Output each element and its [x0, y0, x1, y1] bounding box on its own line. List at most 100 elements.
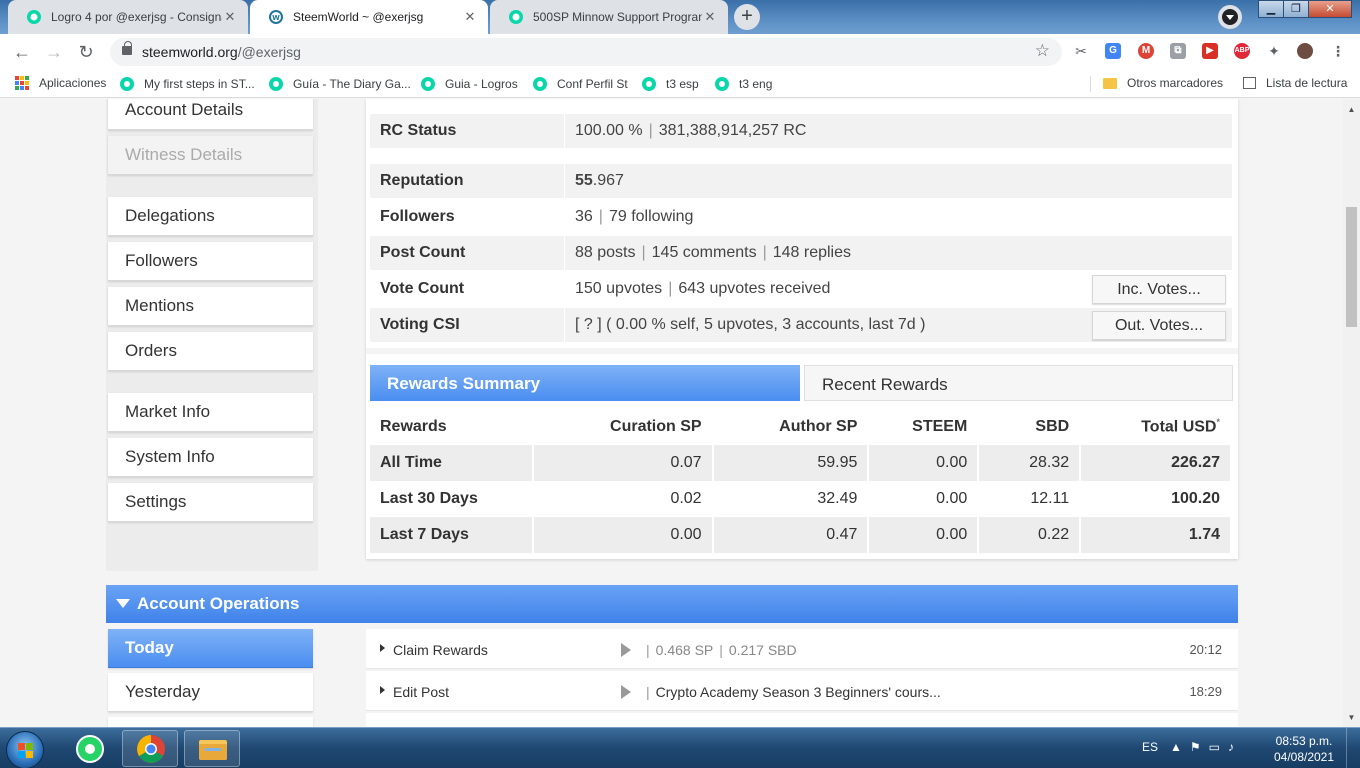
- row-value: 36 | 79 following: [575, 208, 694, 225]
- bookmark-star-icon[interactable]: ☆: [1035, 41, 1050, 61]
- other-bookmarks[interactable]: Otros marcadores: [1103, 76, 1223, 90]
- start-button[interactable]: [6, 731, 44, 768]
- scroll-down-arrow-icon[interactable]: ▼: [1343, 711, 1360, 725]
- reading-list[interactable]: Lista de lectura: [1243, 76, 1347, 90]
- browser-tab[interactable]: Logro 4 por @exerjsg - Consigna ✕: [8, 0, 248, 34]
- incoming-votes-button[interactable]: Inc. Votes...: [1092, 275, 1226, 304]
- account-operations-header[interactable]: Account Operations: [106, 585, 1238, 623]
- tab-rewards-summary[interactable]: Rewards Summary: [370, 365, 800, 401]
- column-header: Author SP: [712, 409, 870, 445]
- sidebar-item-followers[interactable]: Followers: [108, 242, 313, 281]
- tab-search-icon[interactable]: [1218, 5, 1242, 29]
- scroll-up-arrow-icon[interactable]: ▲: [1343, 103, 1360, 117]
- bookmark-item[interactable]: Conf Perfil St: [532, 76, 628, 92]
- cut-tool-icon[interactable]: ✂: [1073, 43, 1089, 59]
- steemit-icon: [642, 77, 656, 91]
- close-tab-icon[interactable]: ✕: [462, 9, 478, 25]
- operation-type: Edit Post: [393, 684, 450, 700]
- sidebar-item-delegations[interactable]: Delegations: [108, 197, 313, 236]
- post-count-row: Post Count 88 posts | 145 comments | 148 rep…: [370, 236, 1232, 270]
- curation-sp-cell: 0.02: [532, 481, 714, 517]
- bookmark-item[interactable]: t3 eng: [714, 76, 772, 92]
- followers-row: Followers 36 | 79 following: [370, 200, 1232, 234]
- scrollbar-thumb[interactable]: [1346, 207, 1357, 327]
- copy-extension-icon[interactable]: ⧉: [1170, 43, 1186, 59]
- column-header: STEEM: [868, 409, 980, 445]
- back-arrow-icon[interactable]: ←: [10, 40, 34, 64]
- forward-arrow-icon[interactable]: →: [42, 40, 66, 64]
- outgoing-votes-button[interactable]: Out. Votes...: [1092, 311, 1226, 340]
- author-sp-cell: 32.49: [712, 481, 870, 517]
- sidebar-item-settings[interactable]: Settings: [108, 483, 313, 522]
- operation-row[interactable]: Claim Rewards | 0.468 SP | 0.217 SBD 20:12: [366, 629, 1238, 669]
- total-usd-cell: 1.74: [1080, 517, 1232, 553]
- steemit-favicon-icon: [27, 10, 41, 24]
- input-language[interactable]: ES: [1142, 740, 1158, 754]
- browser-tab-active[interactable]: W SteemWorld ~ @exerjsg ✕: [250, 0, 488, 34]
- sidebar-item-market-info[interactable]: Market Info: [108, 393, 313, 432]
- minimize-button[interactable]: ▁: [1258, 0, 1284, 18]
- operation-time: 20:12: [1189, 642, 1222, 657]
- new-tab-button[interactable]: +: [734, 4, 760, 30]
- video-extension-icon[interactable]: ▶: [1202, 43, 1218, 59]
- column-divider: [564, 114, 565, 148]
- steem-cell: 0.00: [868, 481, 980, 517]
- section-title: Account Operations: [137, 594, 300, 613]
- maximize-button[interactable]: ❐: [1283, 0, 1309, 18]
- row-gap: [370, 150, 1232, 162]
- adblock-plus-icon[interactable]: ABP: [1234, 43, 1250, 59]
- translate-icon[interactable]: G: [1105, 43, 1121, 59]
- tab-recent-rewards[interactable]: Recent Rewards: [804, 365, 1233, 401]
- reload-icon[interactable]: ↻: [74, 40, 98, 64]
- menu-kebab-icon[interactable]: ⋮: [1330, 43, 1346, 59]
- whatsapp-taskbar-icon[interactable]: [62, 730, 118, 767]
- bookmark-item[interactable]: Guia - Logros: [420, 76, 518, 92]
- extensions-puzzle-icon[interactable]: ✦: [1266, 43, 1282, 59]
- row-label: All Time: [370, 445, 534, 481]
- day-tab-today[interactable]: Today: [108, 629, 313, 668]
- play-icon[interactable]: [621, 643, 631, 657]
- row-label: Followers: [380, 208, 455, 225]
- tray-icons[interactable]: ▲⚑▭♪: [1170, 740, 1242, 754]
- bookmark-item[interactable]: My first steps in ST...: [119, 76, 255, 92]
- sidebar-item-account-details[interactable]: Account Details: [108, 99, 313, 130]
- day-tab-yesterday[interactable]: Yesterday: [108, 673, 313, 712]
- tab-title: SteemWorld ~ @exerjsg: [293, 10, 424, 24]
- operation-detail: | Crypto Academy Season 3 Beginners' cour…: [646, 684, 941, 700]
- expand-caret-icon[interactable]: [380, 686, 385, 694]
- sidebar-item-orders[interactable]: Orders: [108, 332, 313, 371]
- clock[interactable]: 08:53 p.m. 04/08/2021: [1272, 733, 1336, 765]
- bookmark-item[interactable]: t3 esp: [641, 76, 699, 92]
- day-tab-next[interactable]: [108, 717, 313, 727]
- operation-row[interactable]: Edit Post | Crypto Academy Season 3 Begin…: [366, 671, 1238, 711]
- sidebar-item-system-info[interactable]: System Info: [108, 438, 313, 477]
- operation-row[interactable]: [366, 713, 1238, 727]
- sidebar-item-mentions[interactable]: Mentions: [108, 287, 313, 326]
- reputation-value: 55.967: [575, 172, 624, 189]
- show-desktop-button[interactable]: [1346, 728, 1360, 768]
- close-tab-icon[interactable]: ✕: [222, 9, 238, 25]
- apps-grid-icon: [15, 76, 29, 90]
- bookmark-item[interactable]: Guía - The Diary Ga...: [268, 76, 411, 92]
- close-tab-icon[interactable]: ✕: [702, 9, 718, 25]
- browser-tab[interactable]: 500SP Minnow Support Program ✕: [490, 0, 728, 34]
- browser-toolbar: ← → ↻ steemworld.org/@exerjsg ☆ ✂ G M ⧉ …: [0, 34, 1360, 70]
- bookmarks-divider: [1090, 76, 1091, 92]
- folder-icon: [1103, 77, 1117, 89]
- close-window-button[interactable]: ✕: [1308, 0, 1352, 18]
- page-scrollbar[interactable]: ▲ ▼: [1343, 99, 1360, 727]
- author-sp-cell: 59.95: [712, 445, 870, 481]
- mail-extension-icon[interactable]: M: [1138, 43, 1154, 59]
- column-divider: [564, 308, 565, 342]
- file-explorer-taskbar-icon[interactable]: [184, 730, 240, 767]
- address-bar[interactable]: steemworld.org/@exerjsg ☆: [110, 38, 1062, 66]
- expand-caret-icon[interactable]: [380, 644, 385, 652]
- profile-avatar[interactable]: [1297, 43, 1313, 59]
- wordpress-favicon-icon: W: [269, 10, 283, 24]
- column-header: Rewards: [370, 409, 534, 445]
- row-value: 100.00 % | 381,388,914,257 RC: [575, 122, 807, 139]
- sidebar-item-witness-details[interactable]: Witness Details: [108, 136, 313, 175]
- chrome-taskbar-icon[interactable]: [122, 730, 178, 767]
- play-icon[interactable]: [621, 685, 631, 699]
- bookmark-apps[interactable]: Aplicaciones: [15, 76, 106, 90]
